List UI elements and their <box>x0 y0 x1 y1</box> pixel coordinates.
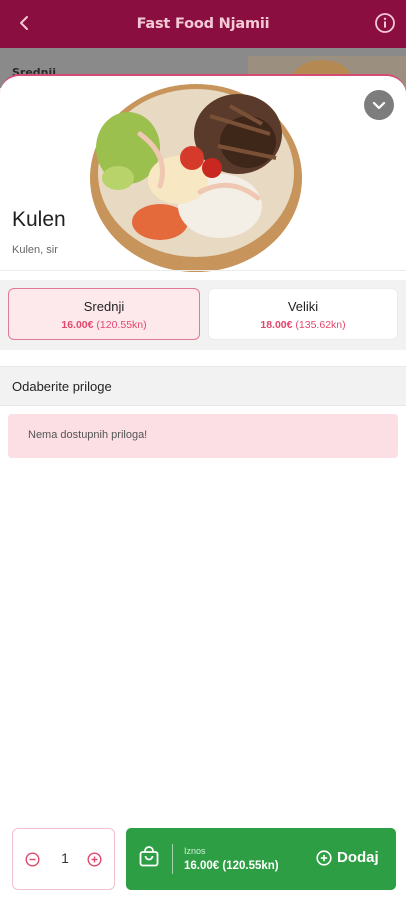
amount-value: 16.00€ (120.55kn) <box>184 860 279 872</box>
product-detail-sheet <box>0 74 406 900</box>
size-option-srednji[interactable]: Srednji 16.00€ (120.55kn) <box>8 288 200 340</box>
size-price-kn: (120.55kn) <box>96 319 147 331</box>
chevron-left-icon[interactable] <box>14 12 36 34</box>
addons-heading: Odaberite priloge <box>12 379 112 394</box>
minus-circle-icon[interactable] <box>25 852 40 867</box>
collapse-button[interactable] <box>364 90 394 120</box>
plus-circle-icon[interactable] <box>87 852 102 867</box>
product-description: Kulen, sir <box>12 244 58 256</box>
button-divider <box>172 844 173 874</box>
addons-section-header: Odaberite priloge <box>0 366 406 406</box>
size-price-eur: 16.00€ <box>61 319 94 331</box>
add-to-cart-button[interactable]: Iznos 16.00€ (120.55kn) Dodaj <box>126 828 396 890</box>
info-icon[interactable] <box>374 12 396 34</box>
size-options: Srednji 16.00€ (120.55kn) Veliki 18.00€ … <box>0 280 406 350</box>
amount-label: Iznos <box>184 846 206 856</box>
shopping-bag-icon <box>139 846 159 867</box>
size-option-veliki[interactable]: Veliki 18.00€ (135.62kn) <box>208 288 398 340</box>
divider <box>0 270 406 271</box>
quantity-value: 1 <box>61 850 69 866</box>
bowl-illustration <box>90 84 302 272</box>
no-addons-notice: Nema dostupnih priloga! <box>8 414 398 458</box>
page-title: Fast Food Njamii <box>136 16 270 32</box>
product-name: Kulen <box>12 208 66 231</box>
size-price: 16.00€ (120.55kn) <box>9 319 199 331</box>
chevron-down-icon <box>372 101 386 110</box>
size-price-kn: (135.62kn) <box>295 319 346 331</box>
product-image <box>0 76 406 272</box>
plus-circle-icon <box>316 850 332 866</box>
no-addons-message: Nema dostupnih priloga! <box>28 429 148 441</box>
quantity-stepper: 1 <box>12 828 115 890</box>
size-name: Srednji <box>83 299 125 314</box>
size-price: 18.00€ (135.62kn) <box>209 319 397 331</box>
size-price-eur: 18.00€ <box>260 319 293 331</box>
add-label: Dodaj <box>337 849 379 866</box>
app-header: Fast Food Njamii <box>0 0 406 48</box>
size-name: Veliki <box>287 299 319 314</box>
